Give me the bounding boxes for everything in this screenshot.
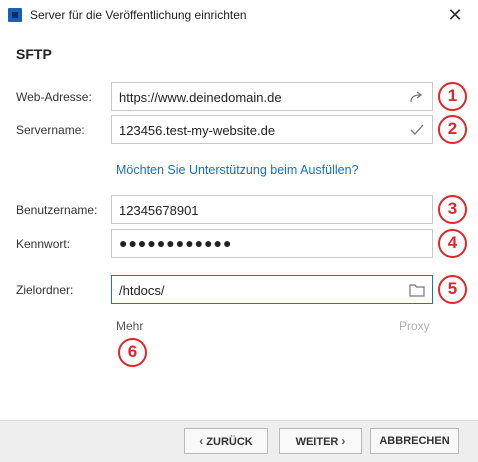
cancel-button[interactable]: ABBRECHEN xyxy=(370,428,459,454)
section-title: SFTP xyxy=(16,46,52,62)
password-label: Kennwort: xyxy=(16,237,71,251)
web-address-value: https://www.deinedomain.de xyxy=(119,90,282,105)
web-address-field[interactable]: https://www.deinedomain.de xyxy=(111,82,433,111)
target-folder-value: /htdocs/ xyxy=(119,283,165,298)
servername-label: Servername: xyxy=(16,123,85,137)
proxy-link: Proxy xyxy=(399,319,430,333)
next-button-label: WEITER xyxy=(295,436,339,448)
close-button[interactable]: ✕ xyxy=(440,3,470,27)
step-badge-2: 2 xyxy=(438,115,467,144)
app-logo-icon xyxy=(8,8,22,22)
password-field[interactable]: ●●●●●●●●●●●● xyxy=(111,229,433,258)
chevron-left-icon: ‹ xyxy=(199,434,204,448)
username-label: Benutzername: xyxy=(16,203,98,217)
back-button-label: ZURÜCK xyxy=(206,436,253,448)
username-value: 12345678901 xyxy=(119,203,199,218)
step-badge-4: 4 xyxy=(438,229,467,258)
username-field[interactable]: 12345678901 xyxy=(111,195,433,224)
password-value: ●●●●●●●●●●●● xyxy=(119,235,233,251)
step-badge-1: 1 xyxy=(438,82,467,111)
next-button[interactable]: WEITER › xyxy=(279,428,362,454)
step-badge-5: 5 xyxy=(438,275,467,304)
checkmark-icon xyxy=(410,124,424,135)
target-folder-field[interactable]: /htdocs/ xyxy=(111,275,433,304)
help-link[interactable]: Möchten Sie Unterstützung beim Ausfüllen… xyxy=(116,163,359,177)
share-arrow-icon[interactable] xyxy=(408,88,426,106)
title-bar: Server für die Veröffentlichung einricht… xyxy=(0,0,478,31)
step-badge-3: 3 xyxy=(438,195,467,224)
step-badge-6: 6 xyxy=(118,338,147,367)
dialog-footer: ‹ ZURÜCK WEITER › ABBRECHEN xyxy=(0,420,478,462)
servername-value: 123456.test-my-website.de xyxy=(119,123,276,138)
servername-field[interactable]: 123456.test-my-website.de xyxy=(111,115,433,144)
back-button[interactable]: ‹ ZURÜCK xyxy=(184,428,268,454)
web-address-label: Web-Adresse: xyxy=(16,90,92,104)
chevron-right-icon: › xyxy=(341,434,346,448)
more-link[interactable]: Mehr xyxy=(116,319,143,333)
target-folder-label: Zielordner: xyxy=(16,283,74,297)
folder-icon[interactable] xyxy=(408,281,426,299)
window-title: Server für die Veröffentlichung einricht… xyxy=(30,8,247,22)
